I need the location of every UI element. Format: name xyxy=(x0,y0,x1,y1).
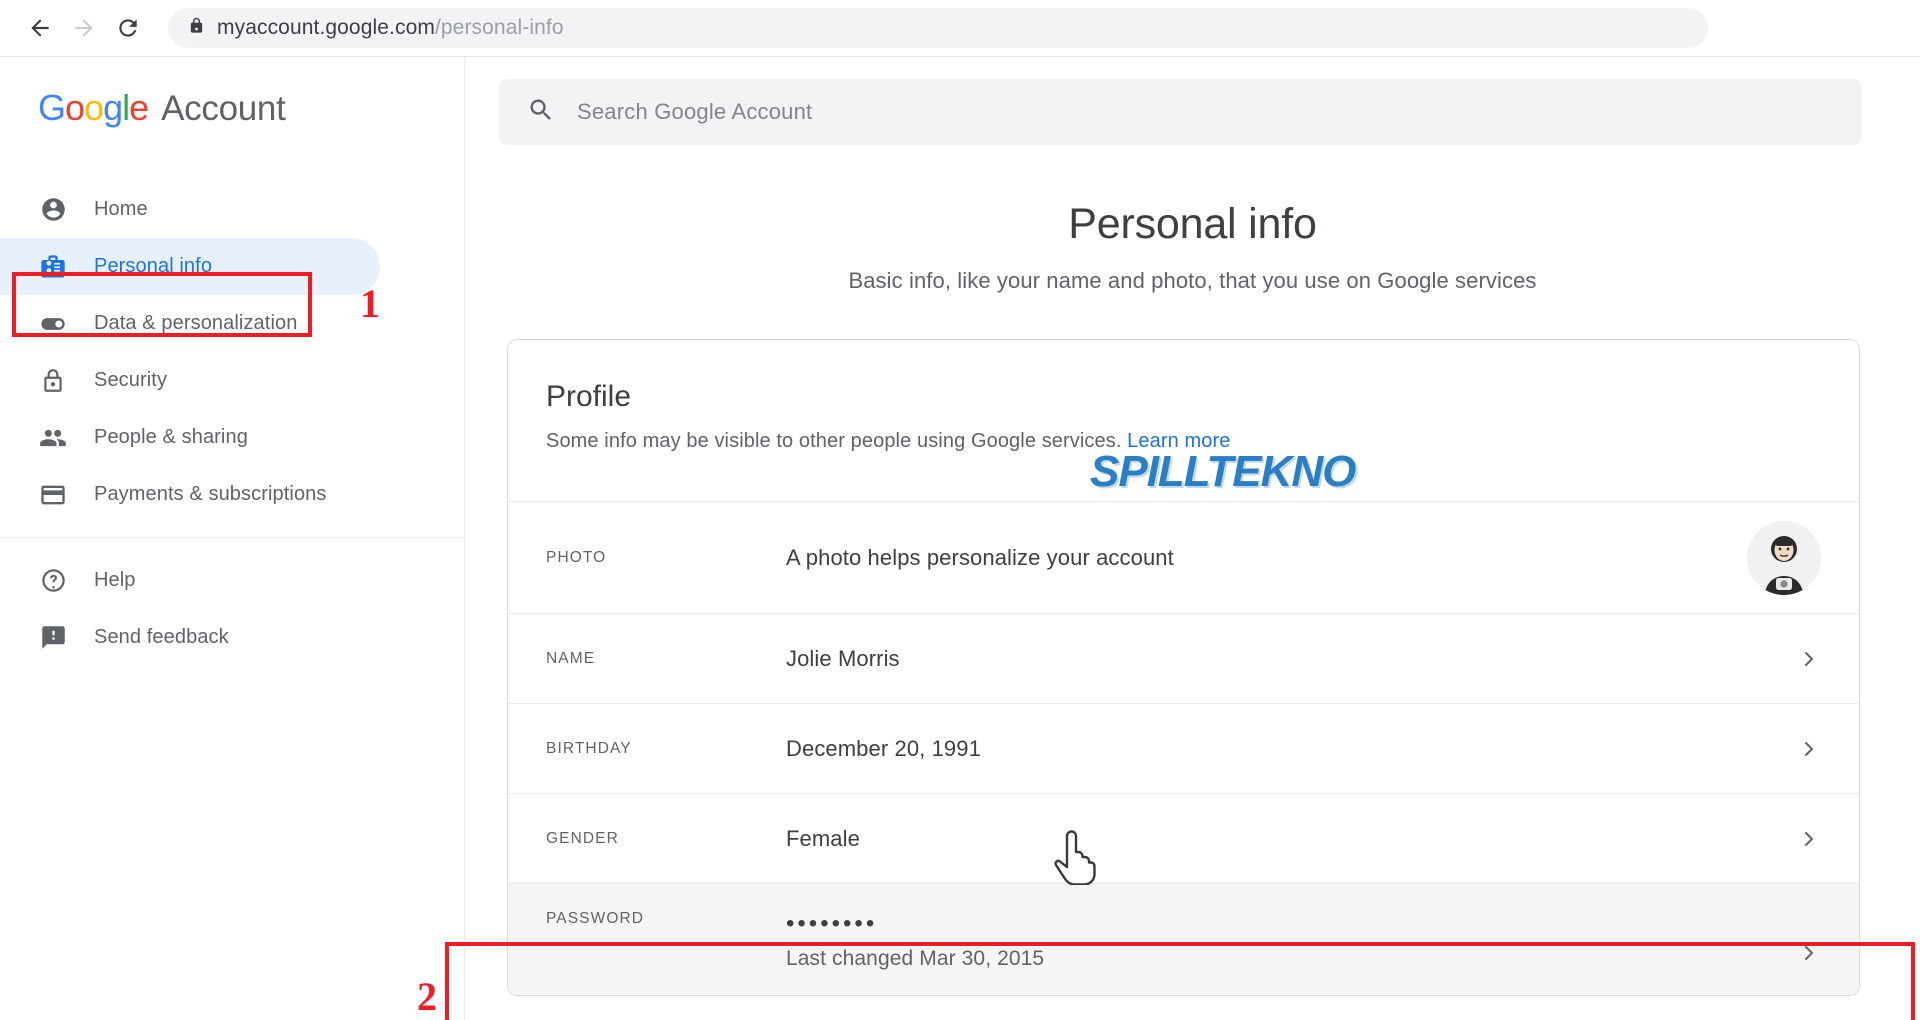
product-name: Account xyxy=(161,89,286,128)
avatar[interactable] xyxy=(1747,520,1821,595)
search-placeholder: Search Google Account xyxy=(577,99,813,124)
page-title: Personal info xyxy=(1068,200,1317,248)
reload-icon xyxy=(115,15,141,41)
row-value: A photo helps personalize your account xyxy=(786,544,1174,570)
row-label: PHOTO xyxy=(546,548,607,566)
profile-card-title: Profile xyxy=(546,380,632,413)
profile-card-header: Profile Some info may be visible to othe… xyxy=(508,340,1859,453)
profile-row-name[interactable]: NAME Jolie Morris xyxy=(508,613,1859,703)
profile-row-birthday[interactable]: BIRTHDAY December 20, 1991 xyxy=(508,703,1859,793)
sidebar-divider xyxy=(0,537,465,538)
search-input[interactable]: Search Google Account xyxy=(499,79,1862,145)
row-value: Female xyxy=(786,825,860,851)
reload-button[interactable] xyxy=(106,6,150,50)
credit-card-icon xyxy=(38,480,68,510)
learn-more-link[interactable]: Learn more xyxy=(1127,430,1230,452)
sidebar-item-payments-subscriptions[interactable]: Payments & subscriptions xyxy=(0,466,464,523)
url-bar[interactable]: myaccount.google.com/personal-info xyxy=(168,8,1708,48)
arrow-right-icon xyxy=(71,15,97,41)
sidebar-item-label: People & sharing xyxy=(94,426,248,448)
annotation-number-2: 2 xyxy=(417,974,437,1019)
toggle-switch-icon xyxy=(38,309,68,339)
sidebar-item-label: Data & personalization xyxy=(94,312,298,334)
sidebar-item-label: Help xyxy=(94,569,136,591)
sidebar-item-label: Personal info xyxy=(94,255,213,277)
profile-row-gender[interactable]: GENDER Female xyxy=(508,793,1859,883)
sidebar-item-people-sharing[interactable]: People & sharing xyxy=(0,409,464,466)
lock-icon xyxy=(38,366,68,396)
profile-card-description-text: Some info may be visible to other people… xyxy=(546,430,1122,452)
sidebar-item-home[interactable]: Home xyxy=(0,181,464,238)
account-circle-icon xyxy=(38,195,68,225)
row-value: •••••••• Last changed Mar 30, 2015 xyxy=(786,910,1791,971)
annotation-number-1: 1 xyxy=(360,281,380,326)
profile-row-photo[interactable]: PHOTO A photo helps personalize your acc… xyxy=(508,501,1859,613)
password-masked-value: •••••••• xyxy=(786,910,878,937)
row-value: December 20, 1991 xyxy=(786,735,981,761)
people-icon xyxy=(38,423,68,453)
sidebar-item-label: Send feedback xyxy=(94,626,229,648)
main-content: Search Google Account Personal info Basi… xyxy=(417,57,1920,1020)
arrow-left-icon xyxy=(27,15,53,41)
forward-button[interactable] xyxy=(62,6,106,50)
brand-header: Google Account xyxy=(0,57,464,129)
chevron-right-icon[interactable] xyxy=(1791,647,1821,671)
chevron-right-icon[interactable] xyxy=(1791,737,1821,761)
row-label: NAME xyxy=(546,649,596,667)
password-last-changed: Last changed Mar 30, 2015 xyxy=(786,947,1045,970)
chevron-right-icon[interactable] xyxy=(1791,827,1821,851)
back-button[interactable] xyxy=(18,6,62,50)
lock-icon xyxy=(188,16,205,40)
row-value: Jolie Morris xyxy=(786,645,900,671)
sidebar-item-data-personalization[interactable]: Data & personalization xyxy=(0,295,464,352)
sidebar-item-send-feedback[interactable]: Send feedback xyxy=(0,609,464,666)
browser-toolbar: myaccount.google.com/personal-info xyxy=(0,0,1920,57)
sidebar-nav: Home Personal info Data & personalizatio… xyxy=(0,181,465,666)
url-text: myaccount.google.com/personal-info xyxy=(217,16,564,40)
search-area: Search Google Account xyxy=(465,57,1920,145)
row-label: PASSWORD xyxy=(546,910,645,927)
feedback-icon xyxy=(38,623,68,653)
sidebar-item-label: Payments & subscriptions xyxy=(94,483,327,505)
url-path: /personal-info xyxy=(434,16,564,39)
help-circle-icon xyxy=(38,566,68,596)
row-label: GENDER xyxy=(546,829,619,847)
sidebar-item-label: Home xyxy=(94,198,148,220)
sidebar-item-help[interactable]: Help xyxy=(0,552,464,609)
page-root: myaccount.google.com/personal-info Googl… xyxy=(0,0,1920,1020)
google-logo: Google xyxy=(38,87,149,128)
profile-card: Profile Some info may be visible to othe… xyxy=(507,339,1860,996)
chevron-right-icon[interactable] xyxy=(1791,941,1821,965)
sidebar: Google Account Home Personal info Data &… xyxy=(0,57,465,1020)
page-subtitle: Basic info, like your name and photo, th… xyxy=(848,268,1537,293)
page-header: Personal info Basic info, like your name… xyxy=(465,200,1920,294)
sidebar-item-label: Security xyxy=(94,369,168,391)
profile-row-password[interactable]: PASSWORD •••••••• Last changed Mar 30, 2… xyxy=(508,883,1859,995)
badge-id-icon xyxy=(38,252,68,282)
search-icon xyxy=(527,96,555,129)
row-label: BIRTHDAY xyxy=(546,739,632,757)
sidebar-item-personal-info[interactable]: Personal info xyxy=(0,238,380,295)
profile-card-description: Some info may be visible to other people… xyxy=(546,430,1859,453)
sidebar-item-security[interactable]: Security xyxy=(0,352,464,409)
url-host: myaccount.google.com xyxy=(217,16,435,39)
